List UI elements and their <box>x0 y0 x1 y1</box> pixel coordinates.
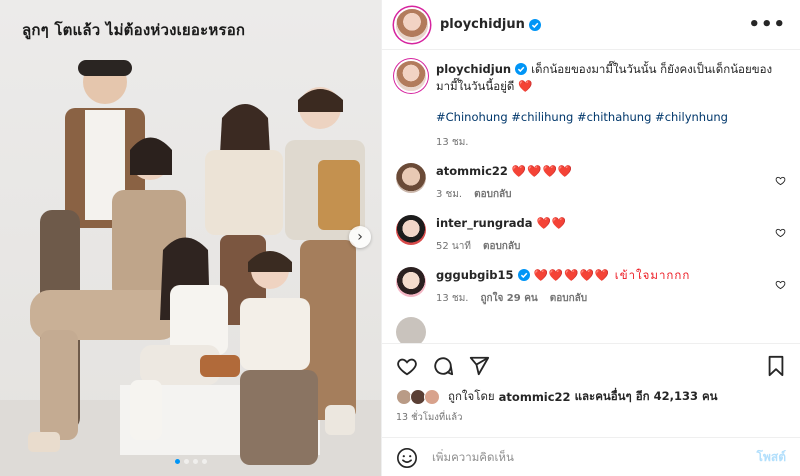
comment-item: atommic22 ❤️❤️❤️❤️ 3 ชม. ตอบกลับ <box>396 163 786 203</box>
comment-bubble-icon[interactable] <box>432 355 454 377</box>
comment-text: ❤️❤️ <box>536 216 568 230</box>
emoji-icon[interactable] <box>396 447 418 469</box>
comment-body: inter_rungrada ❤️❤️ 52 นาที ตอบกลับ <box>436 215 786 255</box>
likes-prefix: ถูกใจโดย <box>448 389 495 403</box>
comment-body: gggubgib15 ❤️❤️❤️❤️❤️ เข้าใจมากกก 13 ชม. ถ… <box>436 267 786 307</box>
comment-text: ❤️❤️❤️❤️❤️ เข้าใจมากกก <box>533 268 691 282</box>
comment-username[interactable]: atommic22 <box>436 164 508 178</box>
verified-badge-icon <box>528 18 541 31</box>
author-avatar[interactable] <box>396 8 428 41</box>
reply-button[interactable]: ตอบกลับ <box>474 186 511 203</box>
comment-input[interactable]: เพิ่มความคิดเห็น <box>432 449 757 467</box>
reply-button[interactable]: ตอบกลับ <box>550 290 587 307</box>
more-options-button[interactable]: ••• <box>748 14 786 35</box>
verified-badge-icon <box>517 269 530 281</box>
like-comment-heart-icon[interactable] <box>775 279 786 290</box>
carousel-dot <box>183 459 189 464</box>
chevron-right-icon: › <box>357 229 363 245</box>
post-actions-area: ถูกใจโดย atommic22 และคนอื่นๆ อีก 42,133… <box>382 343 800 468</box>
comment-item: inter_rungrada ❤️❤️ 52 นาที ตอบกลับ <box>396 215 786 255</box>
like-comment-heart-icon[interactable] <box>775 175 786 186</box>
like-heart-icon[interactable] <box>396 355 418 377</box>
caption-hashtags[interactable]: #Chinohung #chilihung #chithahung #chily… <box>436 109 786 126</box>
reply-button[interactable]: ตอบกลับ <box>483 238 520 255</box>
post-image[interactable]: ลูกๆ โตแล้ว ไม่ต้องห่วงเยอะหรอก › <box>0 0 381 476</box>
caption-username[interactable]: ploychidjun <box>436 62 511 76</box>
comment-body: atommic22 ❤️❤️❤️❤️ 3 ชม. ตอบกลับ <box>436 163 786 203</box>
carousel-indicator <box>174 459 207 464</box>
comment-username[interactable]: gggubgib15 <box>436 268 514 282</box>
post-comment-button[interactable]: โพสต์ <box>757 448 786 467</box>
like-comment-heart-icon[interactable] <box>775 227 786 238</box>
comment-time[interactable]: 13 ชม. <box>436 290 468 307</box>
commenter-avatar[interactable] <box>396 163 426 193</box>
verified-badge-icon <box>515 63 528 75</box>
share-send-icon[interactable] <box>468 355 490 377</box>
family-photo-illustration <box>0 60 381 476</box>
carousel-dot <box>192 459 198 464</box>
bookmark-icon[interactable] <box>766 355 786 377</box>
likes-others-link[interactable]: และคนอื่นๆ อีก 42,133 คน <box>575 388 718 406</box>
comment-time[interactable]: 3 ชม. <box>436 186 462 203</box>
next-image-button[interactable]: › <box>349 226 371 248</box>
comment-username[interactable]: inter_rungrada <box>436 216 533 230</box>
comment-text: ❤️❤️❤️❤️ <box>511 164 574 178</box>
commenter-avatar[interactable] <box>396 267 426 297</box>
comments-section: ploychidjun เด็กน้อยของมามี๊ในวันนั้น ก็ย… <box>382 51 800 343</box>
post-header: ploychidjun ••• <box>382 0 800 50</box>
post-caption: ploychidjun เด็กน้อยของมามี๊ในวันนั้น ก็ย… <box>396 61 786 151</box>
caption-time[interactable]: 13 ชม. <box>436 134 468 151</box>
add-comment-bar: เพิ่มความคิดเห็น โพสต์ <box>382 437 800 476</box>
likes-summary: ถูกใจโดย atommic22 และคนอื่นๆ อีก 42,133… <box>382 388 800 406</box>
carousel-dot <box>174 459 180 464</box>
likes-user-link[interactable]: atommic22 <box>499 390 571 404</box>
commenter-avatar[interactable] <box>396 215 426 245</box>
action-bar <box>382 344 800 388</box>
comment-item-partial <box>396 317 786 343</box>
carousel-dot <box>201 459 207 464</box>
caption-author-avatar[interactable] <box>396 61 426 91</box>
author-username[interactable]: ploychidjun <box>440 17 525 32</box>
caption-heart: ❤️ <box>518 79 534 93</box>
comment-time[interactable]: 52 นาที <box>436 238 471 255</box>
liker-avatar <box>424 389 440 405</box>
caption-body: ploychidjun เด็กน้อยของมามี๊ในวันนั้น ก็ย… <box>436 61 786 151</box>
comment-item: gggubgib15 ❤️❤️❤️❤️❤️ เข้าใจมากกก 13 ชม. ถ… <box>396 267 786 307</box>
comment-like-count[interactable]: ถูกใจ 29 คน <box>480 290 537 307</box>
post-details-panel: ploychidjun ••• ploychidjun เด็กน้อยของมา… <box>381 0 800 476</box>
commenter-avatar[interactable] <box>396 317 426 343</box>
posted-time-ago[interactable]: 13 ชั่วโมงที่แล้ว <box>382 406 800 425</box>
photo-caption-overlay: ลูกๆ โตแล้ว ไม่ต้องห่วงเยอะหรอก <box>22 21 246 39</box>
